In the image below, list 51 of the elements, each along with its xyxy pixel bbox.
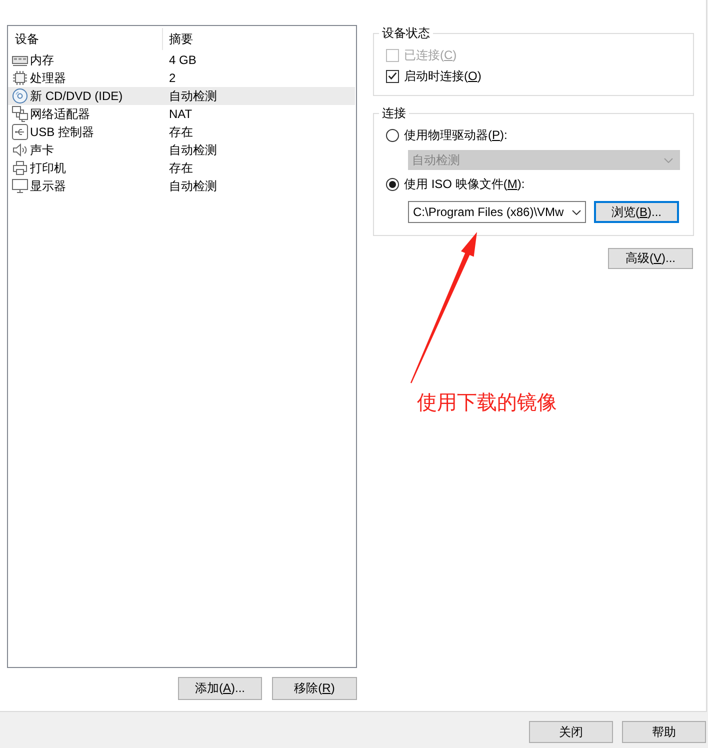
- chip-icon: [12, 70, 28, 86]
- device-name: 新 CD/DVD (IDE): [30, 88, 123, 104]
- monitor-icon: [12, 178, 28, 194]
- device-row[interactable]: USB 控制器 存在: [8, 123, 355, 141]
- device-summary: 自动检测: [168, 178, 217, 194]
- device-row[interactable]: 处理器 2: [8, 69, 355, 87]
- device-name: 打印机: [30, 160, 66, 176]
- iso-path-combobox[interactable]: C:\Program Files (x86)\VMw: [408, 201, 586, 223]
- radio-button[interactable]: [386, 128, 399, 142]
- chevron-down-icon: [664, 158, 673, 162]
- speaker-icon: [12, 142, 28, 158]
- radio-label[interactable]: 使用物理驱动器(P):: [404, 127, 508, 143]
- chevron-down-icon: [572, 210, 581, 214]
- network-icon: [12, 106, 28, 122]
- column-header: 摘要: [168, 30, 193, 48]
- device-name: 处理器: [30, 70, 66, 86]
- device-summary: 存在: [168, 160, 193, 176]
- advanced-button[interactable]: 高级(V)...: [608, 248, 693, 269]
- column-header: 设备: [8, 28, 163, 50]
- device-name: 显示器: [30, 178, 66, 194]
- device-summary: 存在: [168, 124, 193, 140]
- device-summary: 4 GB: [168, 52, 196, 68]
- browse-button[interactable]: 浏览(B)...: [594, 201, 679, 223]
- device-name: USB 控制器: [30, 124, 94, 140]
- printer-icon: [12, 160, 28, 176]
- checkbox[interactable]: [386, 70, 399, 82]
- device-summary: NAT: [168, 106, 192, 122]
- device-name: 声卡: [30, 142, 54, 158]
- device-name: 网络适配器: [30, 106, 90, 122]
- add-button[interactable]: 添加(A)...: [178, 677, 262, 700]
- group-title: 设备状态: [381, 26, 431, 40]
- checkbox-label[interactable]: 启动时连接(O): [404, 68, 482, 84]
- disc-icon: [12, 88, 28, 104]
- device-summary: 自动检测: [168, 142, 217, 158]
- device-row[interactable]: 新 CD/DVD (IDE) 自动检测: [8, 87, 355, 105]
- annotation-text: 使用下载的镜像: [417, 391, 557, 415]
- radio-label[interactable]: 使用 ISO 映像文件(M):: [404, 176, 525, 192]
- remove-button[interactable]: 移除(R): [272, 677, 357, 700]
- radio-button[interactable]: [386, 178, 399, 190]
- device-row[interactable]: 声卡 自动检测: [8, 141, 355, 159]
- device-summary: 自动检测: [168, 88, 217, 104]
- help-button[interactable]: 帮助: [622, 721, 706, 743]
- device-row[interactable]: 打印机 存在: [8, 159, 355, 177]
- device-summary: 2: [168, 70, 176, 86]
- device-row[interactable]: 内存 4 GB: [8, 51, 355, 69]
- device-row[interactable]: 显示器 自动检测: [8, 177, 355, 195]
- usb-icon: [12, 124, 28, 140]
- device-row[interactable]: 网络适配器 NAT: [8, 105, 355, 123]
- device-name: 内存: [30, 52, 54, 68]
- group-title: 连接: [381, 106, 407, 120]
- close-button[interactable]: 关闭: [529, 721, 613, 743]
